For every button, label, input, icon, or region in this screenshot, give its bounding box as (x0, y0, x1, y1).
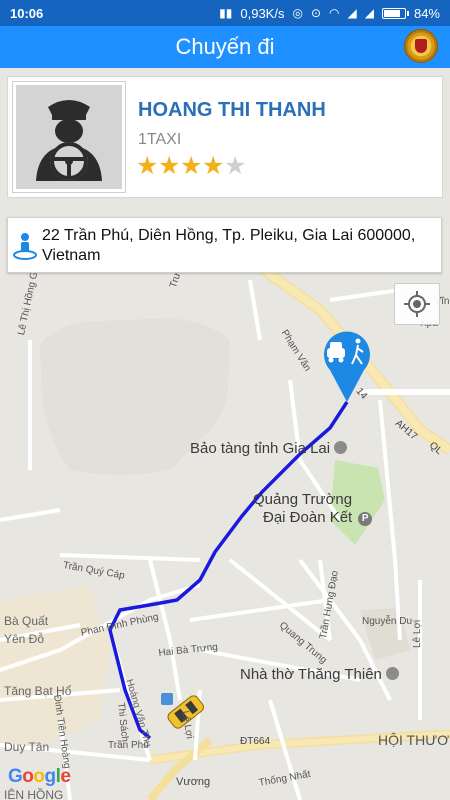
company-seal-icon[interactable] (404, 29, 438, 63)
street-label: Vương (176, 776, 211, 788)
star-icon: ★ (180, 151, 203, 180)
poi-museum-label: Bảo tàng tỉnh Gia Lai (190, 440, 331, 457)
poi-museum[interactable]: Bảo tàng tỉnh Gia Lai (190, 440, 348, 457)
taxi-company: 1TAXI (138, 131, 182, 148)
map-canvas[interactable] (0, 208, 450, 800)
cellular-icon: ◢ (347, 6, 357, 20)
status-bar: 10:06 ▮▮ 0,93K/s ◎ ⊙ ◠ ◢ ◢ 84% (0, 0, 450, 26)
app-bar: Chuyến đi (0, 26, 450, 68)
logo-letter: g (44, 766, 57, 787)
poi-square[interactable]: Quảng Trường (253, 491, 352, 508)
street-label: Nguyễn Du (362, 616, 413, 627)
poi-square-label-2: Đại Đoàn Kết (263, 509, 353, 526)
road-label: ĐT664 (240, 736, 271, 747)
area-label: Yên Đỗ (4, 632, 45, 646)
logo-letter: o (22, 766, 34, 787)
my-location-icon (404, 291, 430, 317)
clock-icon: ⊙ (310, 6, 322, 20)
museum-icon (334, 441, 348, 454)
google-logo: Google (8, 766, 71, 788)
star-icon: ★ (136, 151, 159, 180)
address-bar[interactable]: 22 Trần Phú, Diên Hồng, Tp. Pleiku, Gia … (7, 217, 442, 273)
cellular-icon-2: ◢ (364, 6, 374, 20)
my-location-button[interactable] (394, 283, 440, 325)
page-title: Chuyến đi (175, 34, 275, 59)
status-indicators: ▮▮ 0,93K/s ◎ ⊙ ◠ ◢ ◢ 84% (219, 6, 440, 21)
status-time: 10:06 (10, 5, 44, 21)
pickup-address: 22 Trần Phú, Diên Hồng, Tp. Pleiku, Gia … (42, 227, 416, 264)
logo-letter: o (33, 766, 45, 787)
signal-icon: ▮▮ (219, 6, 233, 20)
bus-stop-icon (161, 693, 173, 705)
star-icon: ★ (158, 151, 181, 180)
star-icon: ★ (224, 151, 247, 180)
church-icon (385, 667, 399, 680)
battery-icon (381, 7, 409, 19)
map-view[interactable]: Lê Thị Hồng Gấm Trương Lân Phạm Văn 14 A… (0, 208, 450, 800)
person-pin-icon (13, 231, 37, 266)
parking-icon: P (358, 512, 373, 526)
logo-letter: G (8, 766, 23, 787)
area-label: Duy Tân (4, 740, 50, 754)
poi-church-label: Nhà thờ Thăng Thiên (240, 666, 382, 683)
area-label: IÊN HỒNG (4, 788, 64, 800)
poi-church[interactable]: Nhà thờ Thăng Thiên (240, 666, 399, 683)
street-label: Lê Lợi (412, 619, 423, 648)
battery-percent: 84% (413, 5, 440, 21)
network-speed: 0,93K/s (240, 5, 285, 21)
logo-letter: e (60, 766, 71, 787)
area-label: Bà Quất (4, 614, 49, 628)
star-icon: ★ (202, 151, 225, 180)
driver-avatar-icon (16, 85, 122, 189)
poi-square-line2: Đại Đoàn Kết P (263, 509, 373, 526)
driver-name: HOANG THI THANH (138, 99, 326, 121)
driver-rating: ★ ★ ★ ★ ★ (136, 152, 246, 180)
area-label: Tăng Bạt Hổ (4, 684, 72, 698)
area-label: HỘI THƯƠ (378, 732, 450, 748)
driver-photo (12, 81, 126, 193)
driver-card[interactable]: HOANG THI THANH 1TAXI ★ ★ ★ ★ ★ (7, 76, 443, 198)
poi-square-label-1: Quảng Trường (253, 491, 353, 508)
alarm-icon: ◎ (292, 6, 303, 20)
wifi-icon: ◠ (329, 6, 340, 20)
